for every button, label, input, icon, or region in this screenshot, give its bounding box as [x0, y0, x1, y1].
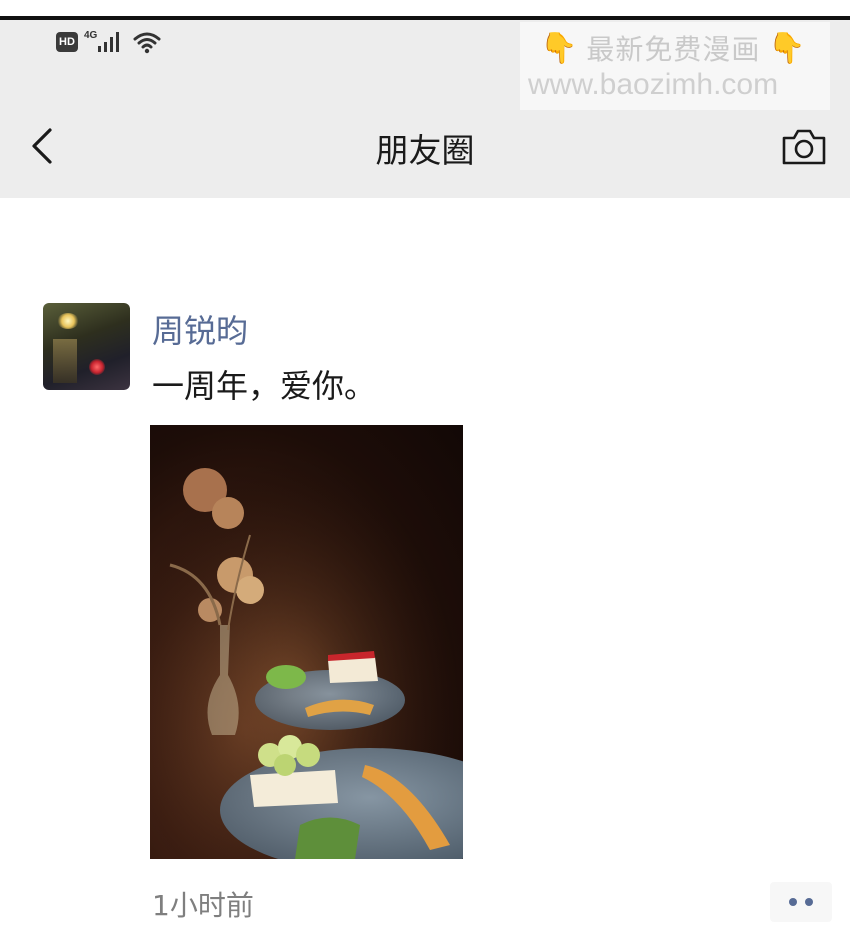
pointing-down-icon: 👇 [540, 30, 579, 66]
dot-icon [805, 898, 813, 906]
status-bar: HD 4G [56, 30, 162, 54]
pointing-down-icon: 👇 [768, 30, 807, 66]
page-title: 朋友圈 [375, 131, 475, 170]
avatar[interactable] [43, 303, 130, 390]
post-photo[interactable] [150, 425, 463, 859]
camera-icon[interactable] [780, 128, 828, 166]
signal-icon: 4G [84, 30, 126, 54]
post-timestamp: 1小时前 [152, 889, 254, 922]
watermark-title: 最新免费漫画 [586, 33, 761, 66]
wifi-icon [133, 32, 161, 54]
dot-icon [789, 898, 797, 906]
more-actions-button[interactable] [770, 882, 832, 922]
signal-bars [98, 32, 119, 52]
watermark-url: www.baozimh.com [528, 68, 779, 101]
network-type-label: 4G [84, 30, 98, 41]
post-text: 一周年，爱你。 [152, 367, 377, 405]
top-edge-bar [0, 0, 850, 20]
watermark: 👇 最新免费漫画 👇 www.baozimh.com [520, 22, 830, 110]
author-name[interactable]: 周锐昀 [152, 306, 248, 352]
hd-badge: HD [56, 32, 78, 52]
